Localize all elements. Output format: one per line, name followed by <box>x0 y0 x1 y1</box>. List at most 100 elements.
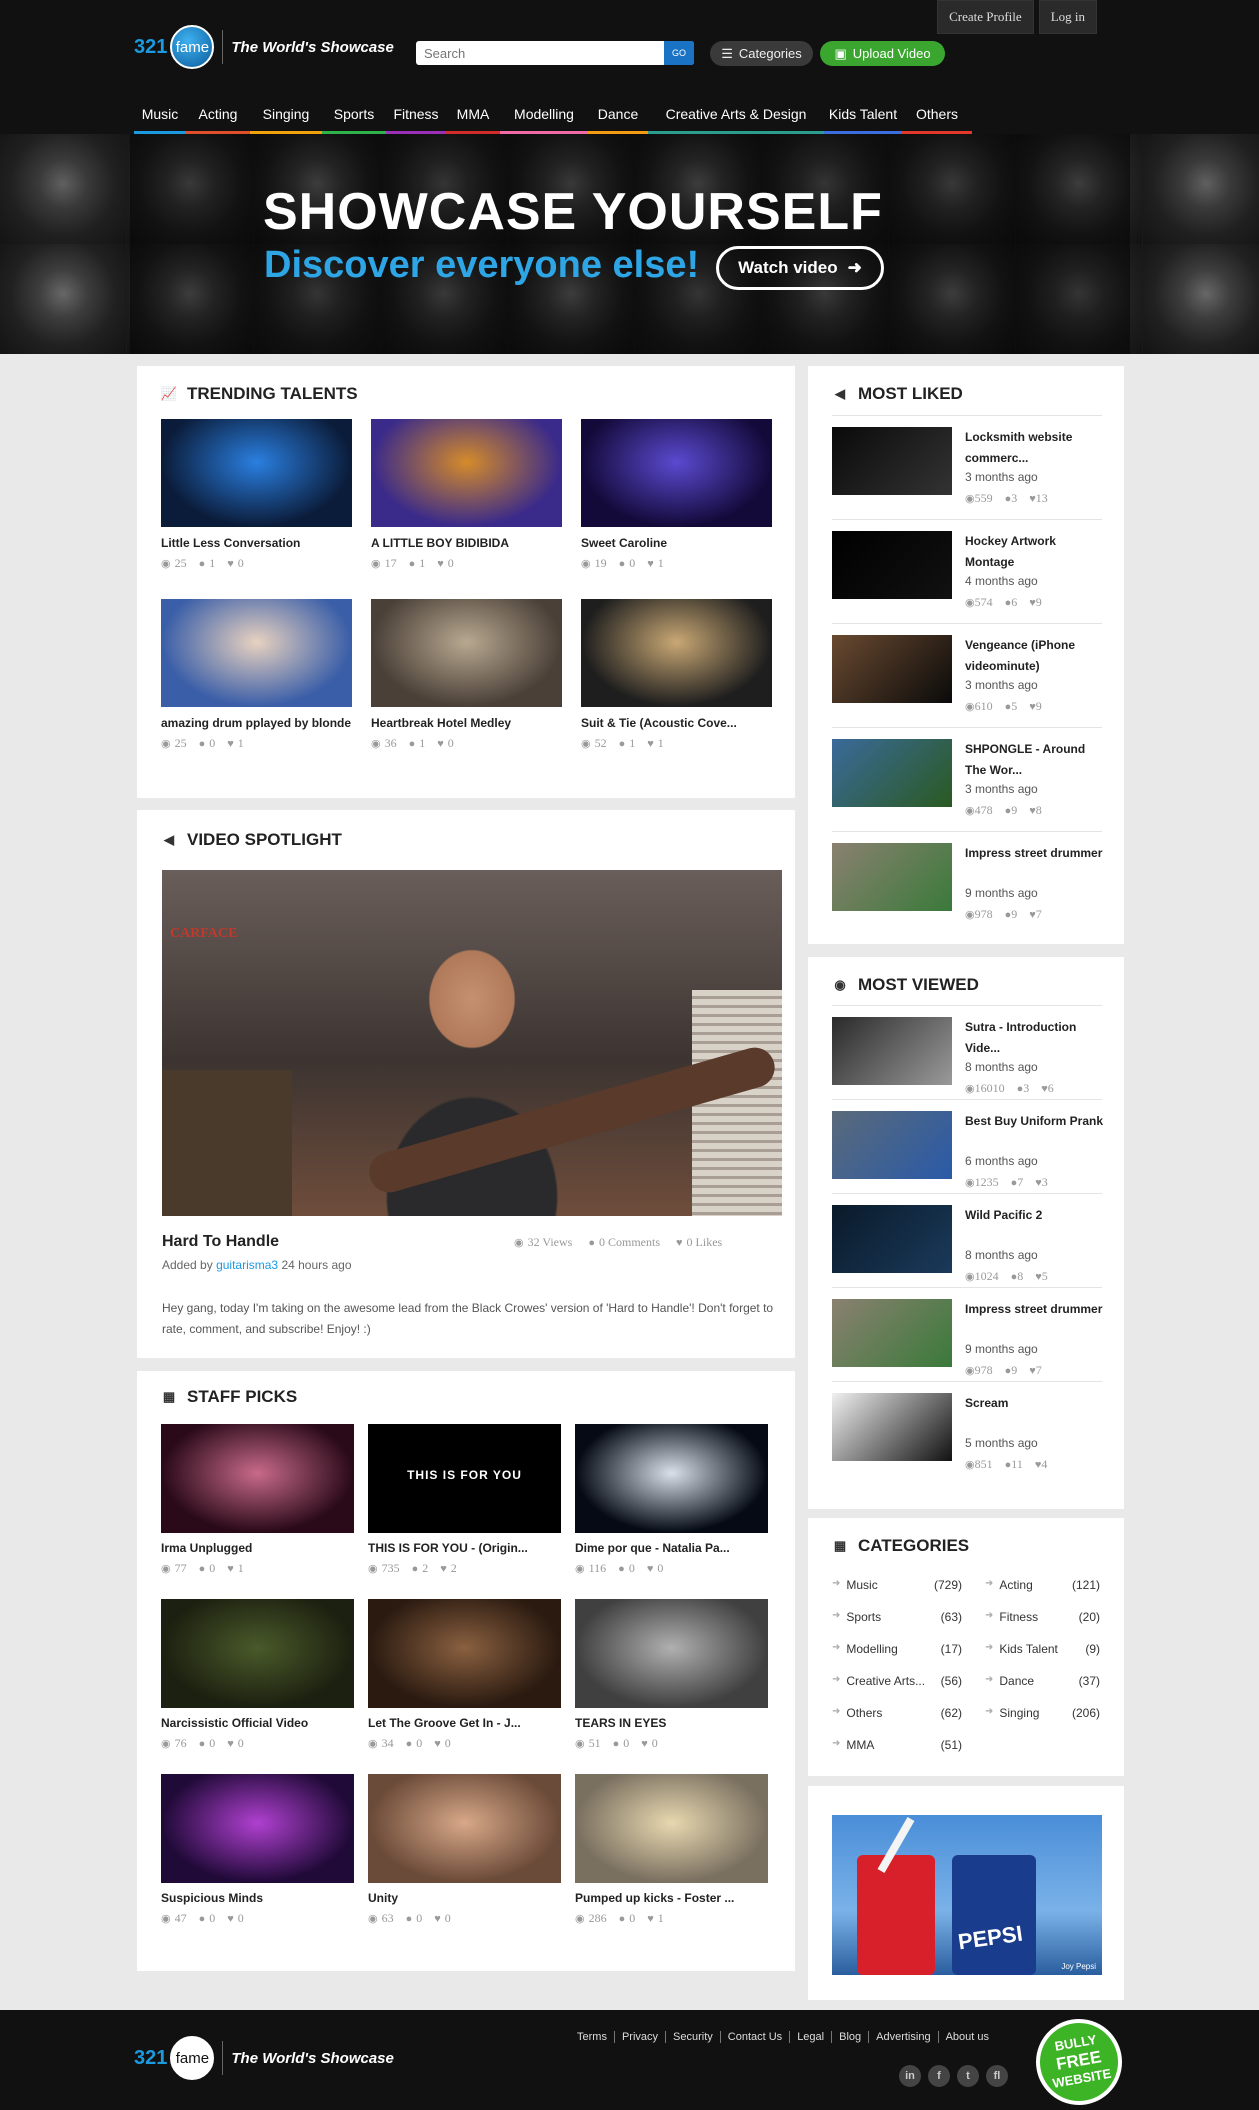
video-title[interactable]: amazing drum pplayed by blonde <box>161 716 352 730</box>
video-title[interactable]: Narcissistic Official Video <box>161 1716 354 1730</box>
footer-link-security[interactable]: Security <box>666 2031 721 2043</box>
side-video-title[interactable]: Scream <box>965 1393 1105 1414</box>
category-link[interactable]: ➜ Dance (37) <box>985 1674 1100 1688</box>
video-title[interactable]: Sweet Caroline <box>581 536 772 550</box>
side-video-thumbnail[interactable] <box>832 635 952 703</box>
footer-link-terms[interactable]: Terms <box>570 2031 615 2043</box>
nav-item-others[interactable]: Others <box>902 100 972 134</box>
side-video-title[interactable]: Wild Pacific 2 <box>965 1205 1105 1226</box>
side-video-item[interactable]: Impress street drummer 9 months ago ◉978 ●9… <box>832 1299 1102 1391</box>
login-button[interactable]: Log in <box>1038 0 1097 34</box>
video-title[interactable]: Irma Unplugged <box>161 1541 354 1555</box>
nav-item-music[interactable]: Music <box>134 100 186 134</box>
category-link[interactable]: ➜ MMA (51) <box>832 1738 962 1752</box>
search-go-button[interactable]: GO <box>664 41 694 65</box>
video-thumbnail[interactable]: THIS IS FOR YOU <box>368 1424 561 1533</box>
side-video-thumbnail[interactable] <box>832 1205 952 1273</box>
watch-video-button[interactable]: Watch video ➜ <box>716 246 884 290</box>
video-thumbnail[interactable] <box>368 1774 561 1883</box>
category-link[interactable]: ➜ Fitness (20) <box>985 1610 1100 1624</box>
side-video-item[interactable]: Sutra - Introduction Vide... 8 months ago… <box>832 1017 1102 1109</box>
video-title[interactable]: Let The Groove Get In - J... <box>368 1716 561 1730</box>
category-link[interactable]: ➜ Acting (121) <box>985 1578 1100 1592</box>
video-thumbnail[interactable] <box>575 1424 768 1533</box>
video-thumbnail[interactable] <box>368 1599 561 1708</box>
categories-button[interactable]: ☰ Categories <box>710 41 813 66</box>
side-video-title[interactable]: Hockey Artwork Montage <box>965 531 1105 573</box>
uploader-link[interactable]: guitarisma3 <box>216 1258 278 1272</box>
side-video-item[interactable]: Hockey Artwork Montage 4 months ago ◉574 ●6… <box>832 531 1102 623</box>
video-thumbnail[interactable] <box>371 419 562 527</box>
side-video-item[interactable]: SHPONGLE - Around The Wor... 3 months ago… <box>832 739 1102 831</box>
side-video-title[interactable]: SHPONGLE - Around The Wor... <box>965 739 1105 781</box>
footer-link-legal[interactable]: Legal <box>790 2031 833 2043</box>
flickr-icon[interactable]: fl <box>986 2065 1008 2087</box>
facebook-icon[interactable]: f <box>928 2065 950 2087</box>
video-thumbnail[interactable] <box>161 1424 354 1533</box>
nav-item-mma[interactable]: MMA <box>446 100 500 134</box>
search-input[interactable] <box>416 45 664 61</box>
side-video-title[interactable]: Impress street drummer <box>965 1299 1105 1320</box>
side-video-title[interactable]: Vengeance (iPhone videominute) <box>965 635 1105 677</box>
footer-logo[interactable]: 321 fame The World's Showcase <box>134 2036 394 2080</box>
nav-item-kids-talent[interactable]: Kids Talent <box>824 100 902 134</box>
video-title[interactable]: THIS IS FOR YOU - (Origin... <box>368 1541 561 1555</box>
category-link[interactable]: ➜ Sports (63) <box>832 1610 962 1624</box>
video-thumbnail[interactable] <box>161 1774 354 1883</box>
nav-item-sports[interactable]: Sports <box>322 100 386 134</box>
side-video-thumbnail[interactable] <box>832 843 952 911</box>
linkedin-icon[interactable]: in <box>899 2065 921 2087</box>
spotlight-video-player[interactable]: CARFACE <box>162 870 782 1216</box>
video-thumbnail[interactable] <box>581 419 772 527</box>
side-video-thumbnail[interactable] <box>832 1017 952 1085</box>
video-title[interactable]: Suspicious Minds <box>161 1891 354 1905</box>
side-video-item[interactable]: Best Buy Uniform Prank 6 months ago ◉1235 ●… <box>832 1111 1105 1203</box>
footer-link-contact-us[interactable]: Contact Us <box>721 2031 791 2043</box>
site-logo[interactable]: 321 fame The World's Showcase <box>134 25 394 69</box>
side-video-thumbnail[interactable] <box>832 1393 952 1461</box>
video-title[interactable]: TEARS IN EYES <box>575 1716 768 1730</box>
side-video-title[interactable]: Impress street drummer <box>965 843 1105 864</box>
category-link[interactable]: ➜ Singing (206) <box>985 1706 1100 1720</box>
footer-link-blog[interactable]: Blog <box>832 2031 870 2043</box>
side-video-thumbnail[interactable] <box>832 427 952 495</box>
nav-item-creative-arts-design[interactable]: Creative Arts & Design <box>648 100 824 134</box>
video-thumbnail[interactable] <box>371 599 562 707</box>
category-link[interactable]: ➜ Others (62) <box>832 1706 962 1720</box>
video-thumbnail[interactable] <box>575 1774 768 1883</box>
nav-item-singing[interactable]: Singing <box>250 100 322 134</box>
video-title[interactable]: Unity <box>368 1891 561 1905</box>
video-title[interactable]: A LITTLE BOY BIDIBIDA <box>371 536 562 550</box>
create-profile-button[interactable]: Create Profile <box>937 0 1034 34</box>
nav-item-dance[interactable]: Dance <box>588 100 648 134</box>
upload-video-button[interactable]: ▣ Upload Video <box>820 41 945 66</box>
video-thumbnail[interactable] <box>581 599 772 707</box>
side-video-item[interactable]: Wild Pacific 2 8 months ago ◉1024 ●8 ♥5 <box>832 1205 1102 1297</box>
nav-item-modelling[interactable]: Modelling <box>500 100 588 134</box>
side-video-thumbnail[interactable] <box>832 1299 952 1367</box>
category-link[interactable]: ➜ Modelling (17) <box>832 1642 962 1656</box>
side-video-title[interactable]: Sutra - Introduction Vide... <box>965 1017 1105 1059</box>
twitter-icon[interactable]: t <box>957 2065 979 2087</box>
video-thumbnail[interactable] <box>575 1599 768 1708</box>
side-video-item[interactable]: Scream 5 months ago ◉851 ●11 ♥4 <box>832 1393 1102 1485</box>
side-video-title[interactable]: Best Buy Uniform Prank <box>965 1111 1105 1132</box>
side-video-thumbnail[interactable] <box>832 1111 952 1179</box>
video-title[interactable]: Heartbreak Hotel Medley <box>371 716 562 730</box>
side-video-item[interactable]: Locksmith website commerc... 3 months ago… <box>832 427 1102 519</box>
category-link[interactable]: ➜ Creative Arts... (56) <box>832 1674 962 1688</box>
side-video-item[interactable]: Vengeance (iPhone videominute) 3 months a… <box>832 635 1102 727</box>
side-video-thumbnail[interactable] <box>832 531 952 599</box>
spotlight-video-title[interactable]: Hard To Handle <box>162 1233 279 1251</box>
video-title[interactable]: Dime por que - Natalia Pa... <box>575 1541 768 1555</box>
footer-link-privacy[interactable]: Privacy <box>615 2031 667 2043</box>
footer-link-about-us[interactable]: About us <box>939 2031 996 2043</box>
video-thumbnail[interactable] <box>161 1599 354 1708</box>
nav-item-fitness[interactable]: Fitness <box>386 100 446 134</box>
video-title[interactable]: Pumped up kicks - Foster ... <box>575 1891 768 1905</box>
pepsi-advertisement[interactable]: PEPSI Joy Pepsi <box>832 1815 1102 1975</box>
video-thumbnail[interactable] <box>161 419 352 527</box>
video-title[interactable]: Little Less Conversation <box>161 536 352 550</box>
category-link[interactable]: ➜ Kids Talent (9) <box>985 1642 1100 1656</box>
video-thumbnail[interactable] <box>161 599 352 707</box>
